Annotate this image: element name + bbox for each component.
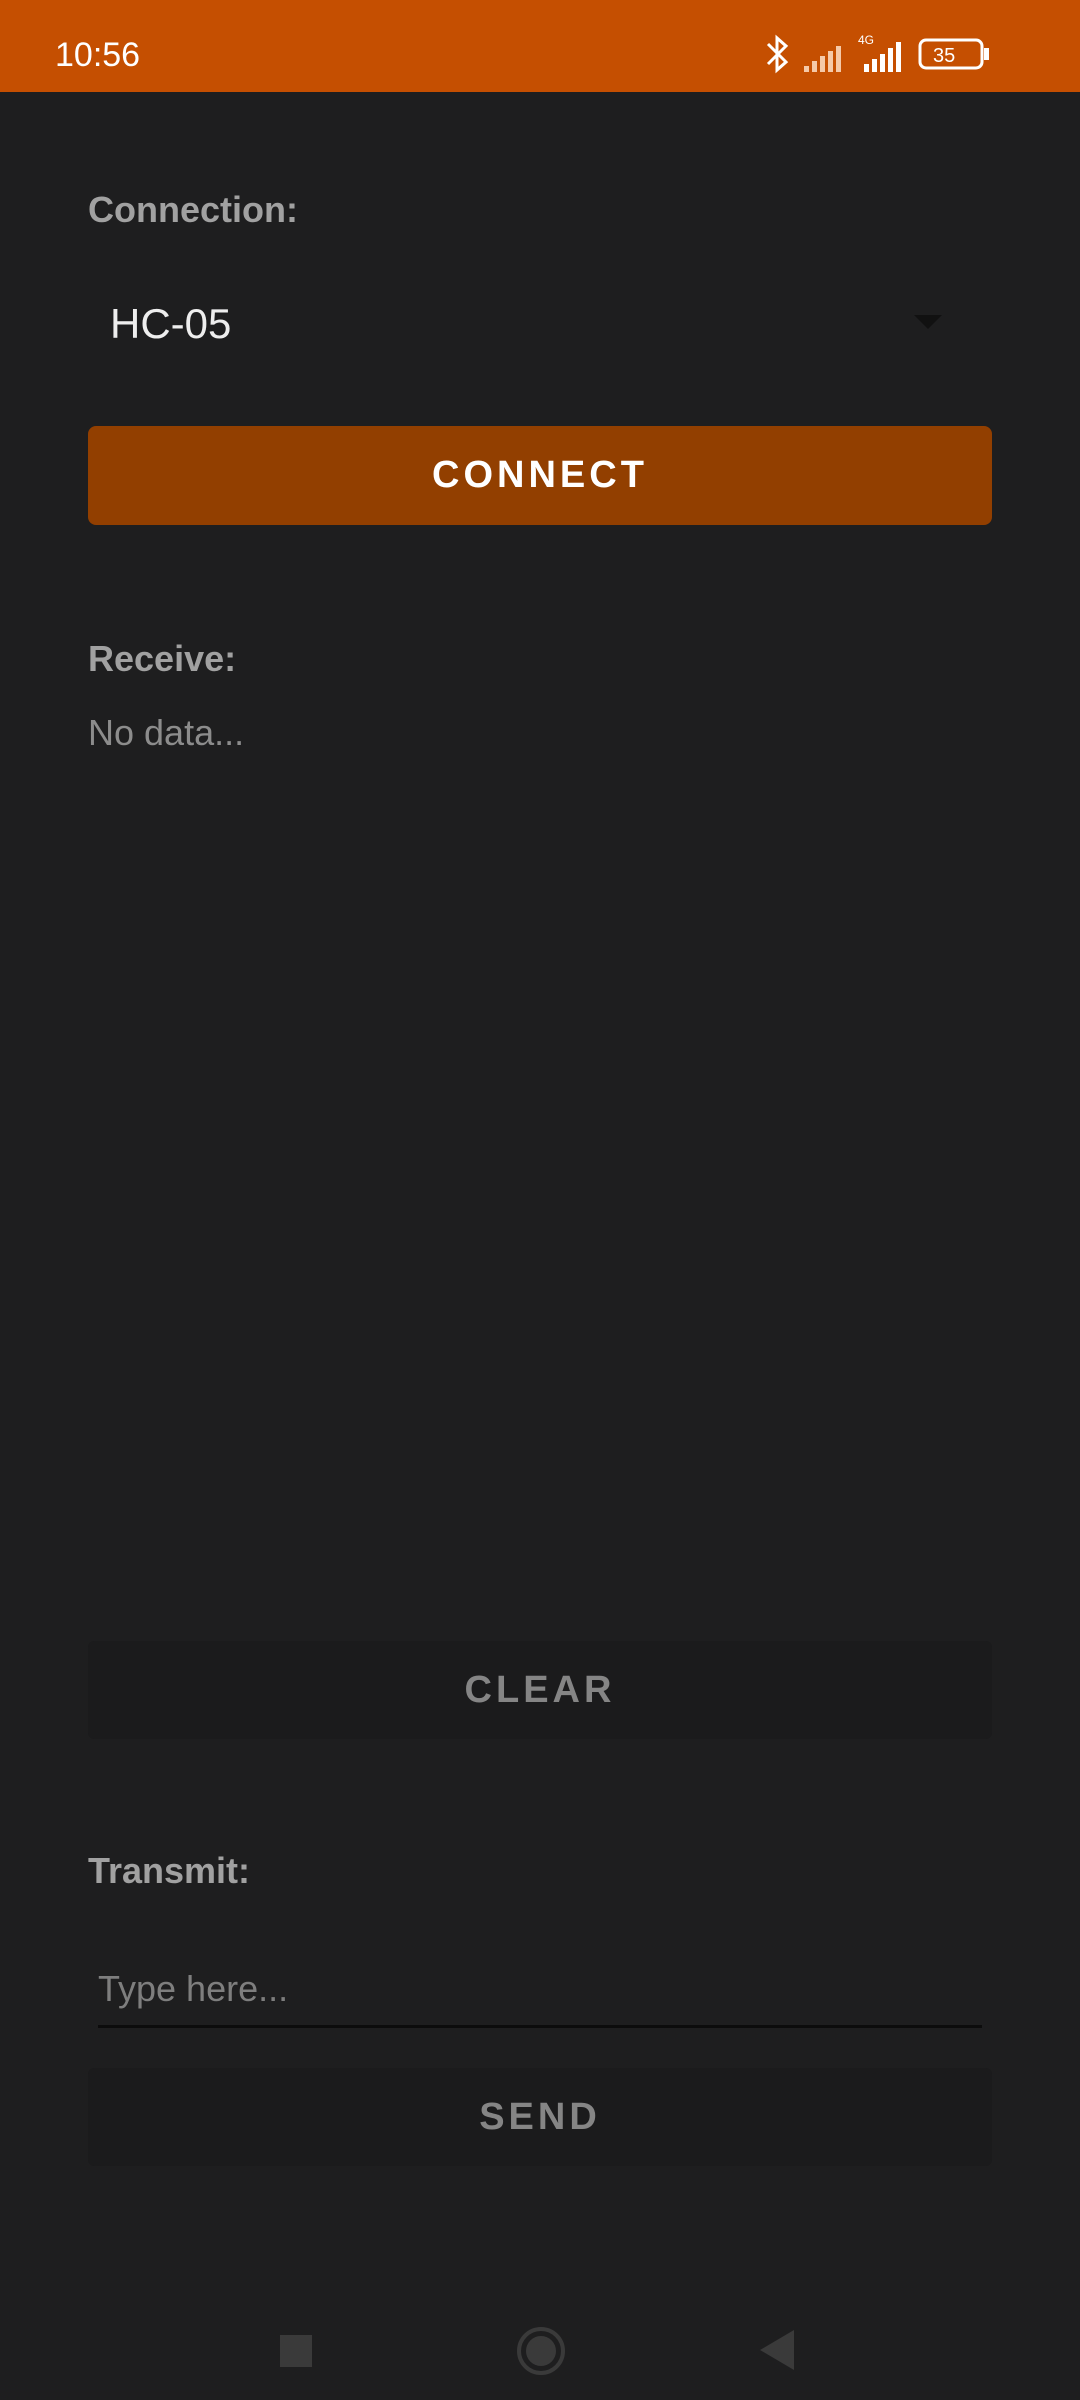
transmit-label: Transmit: bbox=[88, 1850, 251, 1891]
bluetooth-icon bbox=[766, 34, 789, 74]
transmit-input[interactable] bbox=[98, 1953, 982, 2028]
dropdown-arrow-icon bbox=[914, 315, 942, 329]
received-data-text: No data... bbox=[88, 712, 245, 753]
app-screen: 10:56 4G 35 Connection: HC-05 CONNECT Re… bbox=[0, 0, 1080, 2400]
clear-button[interactable]: CLEAR bbox=[88, 1641, 992, 1739]
receive-label: Receive: bbox=[88, 638, 237, 679]
selected-device: HC-05 bbox=[110, 300, 232, 347]
back-icon[interactable] bbox=[760, 2330, 794, 2370]
battery-level: 35 bbox=[933, 45, 955, 67]
navigation-bar bbox=[0, 2280, 1080, 2400]
status-icons: 4G 35 bbox=[766, 34, 989, 74]
status-time: 10:56 bbox=[55, 36, 141, 74]
network-type-label: 4G bbox=[858, 34, 874, 47]
signal-strength-icon bbox=[804, 46, 841, 72]
device-spinner[interactable]: HC-05 bbox=[88, 285, 992, 365]
home-icon[interactable] bbox=[515, 2325, 567, 2377]
connect-button[interactable]: CONNECT bbox=[88, 426, 992, 525]
recent-apps-icon[interactable] bbox=[280, 2335, 312, 2367]
status-bar: 10:56 4G 35 bbox=[0, 0, 1080, 92]
connection-label: Connection: bbox=[88, 189, 298, 230]
send-button[interactable]: SEND bbox=[88, 2068, 992, 2166]
